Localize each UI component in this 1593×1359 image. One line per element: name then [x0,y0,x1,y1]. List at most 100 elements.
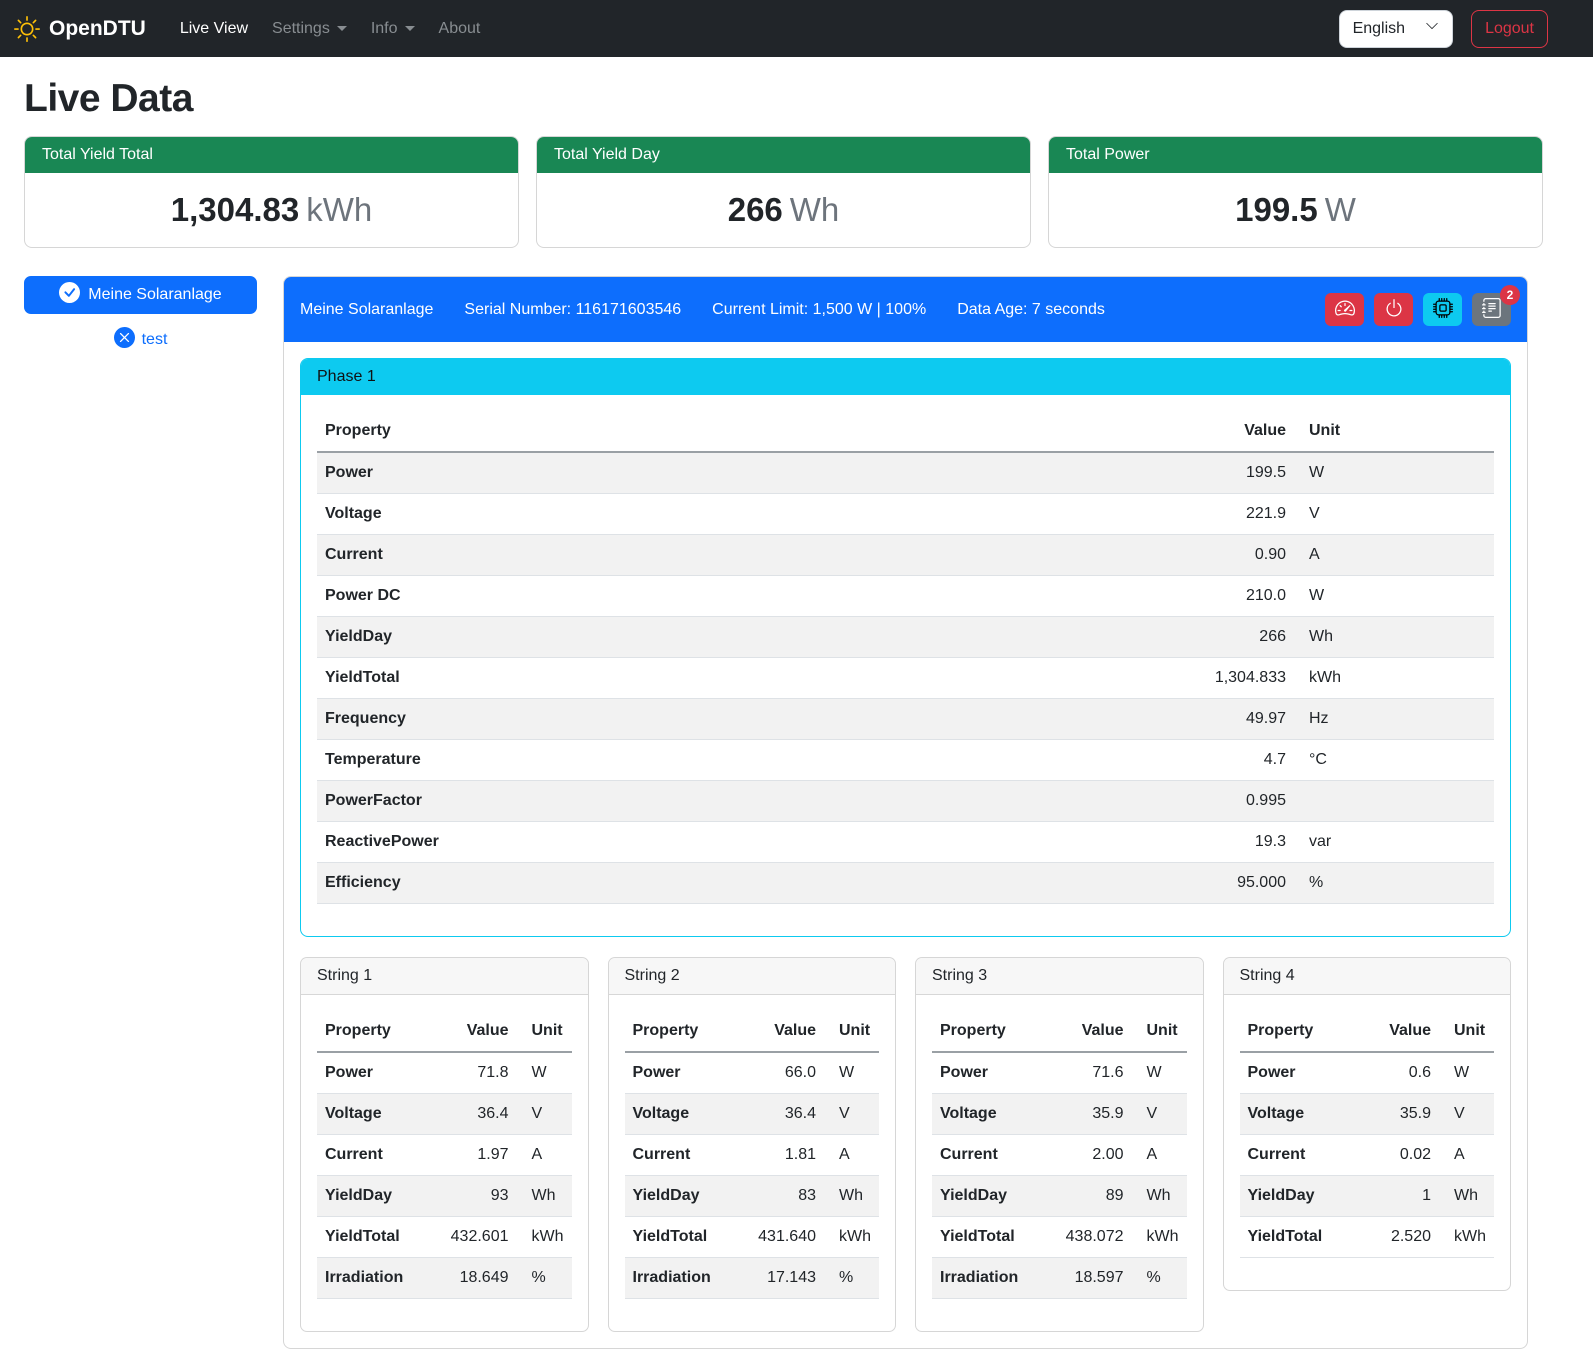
unit-cell: V [824,1094,879,1135]
brand-label: OpenDTU [49,17,146,41]
language-select[interactable]: English [1339,10,1453,48]
nav-item-info[interactable]: Info [359,12,427,46]
value-cell: 18.597 [1058,1258,1132,1299]
unit-cell: kWh [1439,1217,1494,1258]
card-unit: W [1325,191,1356,228]
value-cell: 2.520 [1367,1217,1439,1258]
inverter-select-label: Meine Solaranlage [88,286,221,304]
table-row: YieldDay89Wh [932,1176,1187,1217]
string-card-title: String 3 [916,958,1203,995]
property-cell: YieldTotal [317,658,1174,699]
string-table: PropertyValueUnitPower0.6WVoltage35.9VCu… [1240,1011,1495,1258]
table-row: Power199.5W [317,452,1494,494]
property-cell: Current [317,1135,443,1176]
sidebar-item-test[interactable]: test [24,327,257,353]
property-cell: YieldTotal [317,1217,443,1258]
column-header-property: Property [317,411,1174,452]
column-header-unit: Unit [1294,411,1494,452]
card-total-yield-total: Total Yield Total 1,304.83kWh [24,136,519,248]
unit-cell: W [1439,1052,1494,1094]
inverter-select-button[interactable]: Meine Solaranlage [24,276,257,314]
data-age: Data Age: 7 seconds [957,301,1105,319]
value-cell: 18.649 [443,1258,517,1299]
table-header-row: PropertyValueUnit [932,1011,1187,1052]
value-cell: 71.8 [443,1052,517,1094]
table-row: Irradiation18.649% [317,1258,572,1299]
table-row: Current0.02A [1240,1135,1495,1176]
column-header-unit: Unit [824,1011,879,1052]
value-cell: 71.6 [1058,1052,1132,1094]
table-row: Power71.8W [317,1052,572,1094]
brand[interactable]: OpenDTU [14,16,146,42]
gauge-icon [1335,298,1355,321]
table-row: Current1.97A [317,1135,572,1176]
power-icon [1384,298,1404,321]
table-row: Power71.6W [932,1052,1187,1094]
value-cell: 431.640 [750,1217,824,1258]
chevron-down-icon [405,26,415,31]
card-value: 1,304.83 [171,191,299,228]
card-value-row: 266Wh [537,173,1030,247]
value-cell: 0.995 [1174,781,1294,822]
nav-item-live-view[interactable]: Live View [168,12,260,46]
property-cell: YieldDay [625,1176,751,1217]
unit-cell: W [1132,1052,1187,1094]
property-cell: Frequency [317,699,1174,740]
nav-item-settings[interactable]: Settings [260,12,359,46]
inverter-name: Meine Solaranlage [300,301,433,319]
inverter-actions: 2 [1325,293,1511,326]
table-row: YieldTotal432.601kWh [317,1217,572,1258]
card-total-yield-day: Total Yield Day 266Wh [536,136,1031,248]
value-cell: 0.6 [1367,1052,1439,1094]
string-card-title: String 1 [301,958,588,995]
phase-table: Property Value Unit Power199.5WVoltage22… [317,411,1494,904]
card-value: 199.5 [1235,191,1318,228]
cpu-icon [1433,298,1453,321]
limit-settings-button[interactable] [1325,293,1364,326]
unit-cell [1294,781,1494,822]
property-cell: Current [932,1135,1058,1176]
property-cell: Irradiation [317,1258,443,1299]
property-cell: YieldDay [932,1176,1058,1217]
value-cell: 438.072 [1058,1217,1132,1258]
unit-cell: V [1294,494,1494,535]
property-cell: Irradiation [932,1258,1058,1299]
column-header-property: Property [625,1011,751,1052]
table-row: Power DC210.0W [317,576,1494,617]
property-cell: Irradiation [625,1258,751,1299]
property-cell: Voltage [317,494,1174,535]
device-info-button[interactable] [1423,293,1462,326]
value-cell: 1.81 [750,1135,824,1176]
unit-cell: A [824,1135,879,1176]
property-cell: Power [317,1052,443,1094]
unit-cell: kWh [1132,1217,1187,1258]
table-row: Efficiency95.000% [317,863,1494,904]
value-cell: 1,304.833 [1174,658,1294,699]
column-header-value: Value [750,1011,824,1052]
summary-cards: Total Yield Total 1,304.83kWh Total Yiel… [24,136,1543,248]
card-value: 266 [728,191,783,228]
string-card: String 2PropertyValueUnitPower66.0WVolta… [608,957,897,1332]
unit-cell: kWh [517,1217,572,1258]
value-cell: 49.97 [1174,699,1294,740]
navbar-right: English Logout [1339,10,1548,48]
nav-links: Live ViewSettingsInfoAbout [168,12,493,46]
property-cell: Voltage [317,1094,443,1135]
table-row: YieldDay1Wh [1240,1176,1495,1217]
value-cell: 17.143 [750,1258,824,1299]
nav-item-about[interactable]: About [427,12,493,46]
chevron-down-icon [1425,19,1439,38]
string-table: PropertyValueUnitPower71.6WVoltage35.9VC… [932,1011,1187,1299]
logout-button[interactable]: Logout [1471,10,1548,48]
property-cell: PowerFactor [317,781,1174,822]
table-row: Irradiation18.597% [932,1258,1187,1299]
property-cell: Voltage [1240,1094,1368,1135]
value-cell: 4.7 [1174,740,1294,781]
property-cell: ReactivePower [317,822,1174,863]
property-cell: Voltage [625,1094,751,1135]
property-cell: Current [1240,1135,1368,1176]
power-button[interactable] [1374,293,1413,326]
unit-cell: °C [1294,740,1494,781]
unit-cell: V [517,1094,572,1135]
event-log-button[interactable]: 2 [1472,293,1511,326]
